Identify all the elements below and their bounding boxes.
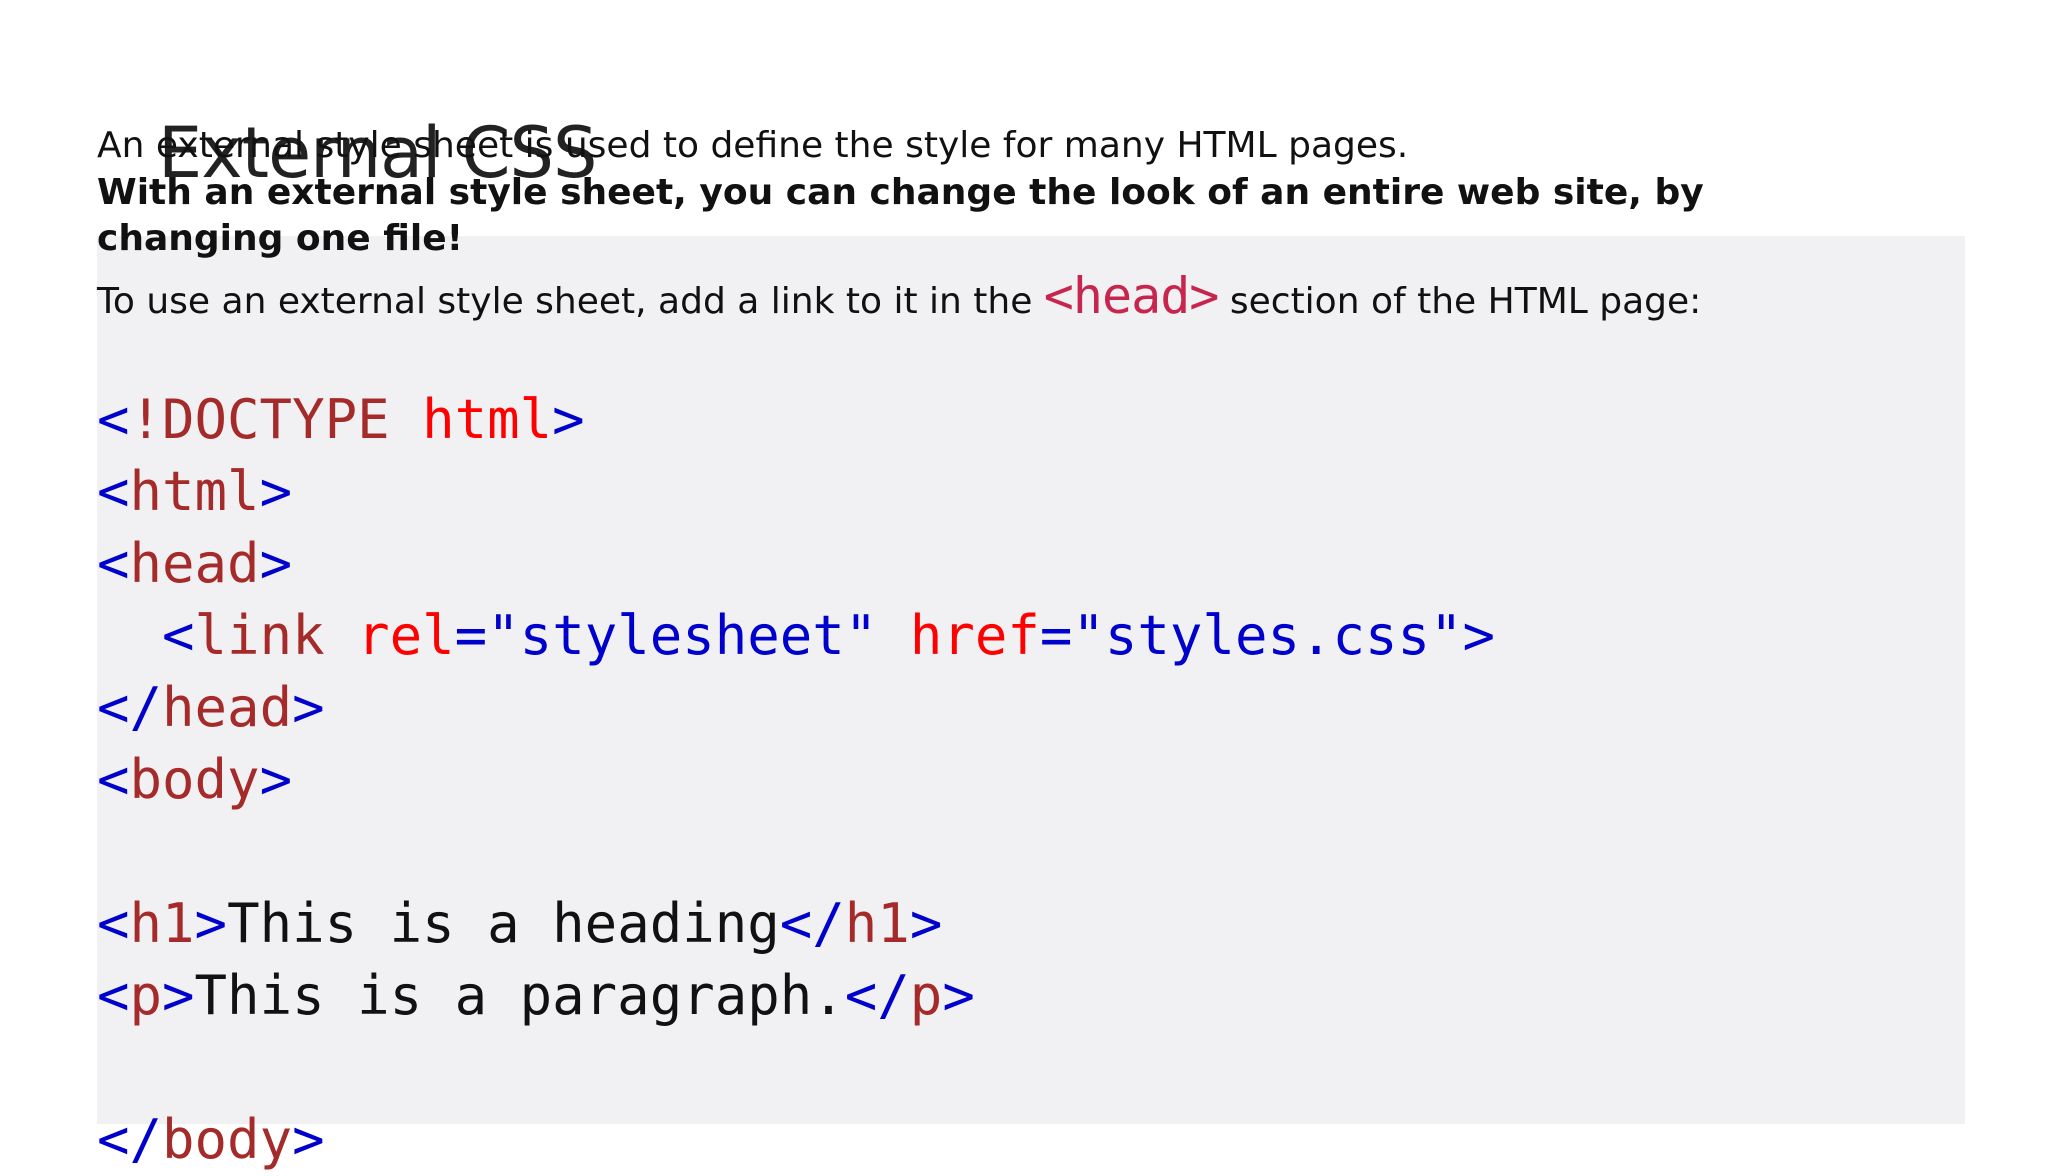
code-bracket: </ (844, 964, 910, 1027)
code-example: <!DOCTYPE html> <html> <head> <link rel="s… (97, 384, 1495, 1176)
code-line-h1: <h1>This is a heading</h1> (97, 888, 1495, 960)
code-line-body-open: <body> (97, 744, 1495, 816)
code-line-body-close: </body> (97, 1104, 1495, 1176)
intro-paragraph-3-before: To use an external style sheet, add a li… (97, 281, 1044, 322)
code-bracket: > (292, 1108, 325, 1171)
code-tag-name: h1 (129, 892, 195, 955)
code-bracket: < (97, 460, 130, 523)
code-value-rel: "stylesheet" (487, 604, 878, 667)
code-attribute-rel: rel (357, 604, 455, 667)
code-bracket: < (97, 748, 130, 811)
code-line-link: <link rel="stylesheet" href="styles.css"… (97, 600, 1495, 672)
code-tag-name: link (194, 604, 325, 667)
code-equals: = (454, 604, 488, 667)
code-bracket: < (97, 964, 130, 1027)
code-bracket: > (194, 892, 228, 955)
code-line-html-open: <html> (97, 456, 1495, 528)
code-line-p: <p>This is a paragraph.</p> (97, 960, 1495, 1032)
intro-paragraph-3: To use an external style sheet, add a li… (97, 271, 1997, 326)
code-tag-name: p (129, 964, 163, 1027)
code-bracket: > (259, 748, 293, 811)
code-tag-name: head (129, 532, 260, 595)
code-value-href: "styles.css" (1072, 604, 1463, 667)
code-bracket: < (97, 892, 130, 955)
code-bracket: < (97, 532, 130, 595)
code-tag-name: html (129, 460, 260, 523)
code-line-head-open: <head> (97, 528, 1495, 600)
intro-paragraph-1: An external style sheet is used to defin… (97, 125, 1409, 166)
code-tag-name: body (162, 1108, 293, 1171)
code-bracket: < (162, 604, 195, 667)
intro-paragraph-3-after: section of the HTML page: (1218, 281, 1702, 322)
code-bracket: > (909, 892, 943, 955)
inline-code-head: <head> (1043, 267, 1220, 325)
code-bracket: > (259, 460, 293, 523)
code-tag-name: p (909, 964, 943, 1027)
code-bracket: > (259, 532, 293, 595)
code-text-content: This is a paragraph. (194, 964, 845, 1027)
code-bracket: < (97, 388, 130, 451)
code-doctype-attr: html (422, 388, 553, 451)
code-bracket: > (1462, 604, 1496, 667)
code-bracket: > (162, 964, 195, 1027)
code-bracket: </ (97, 1108, 163, 1171)
code-attribute-href: href (909, 604, 1040, 667)
code-bracket: > (292, 676, 325, 739)
intro-text: An external style sheet is used to defin… (97, 122, 1997, 326)
intro-paragraph-2-bold: With an external style sheet, you can ch… (97, 172, 1704, 259)
code-tag-name: body (129, 748, 260, 811)
code-line-doctype: <!DOCTYPE html> (97, 384, 1495, 456)
code-text-content: This is a heading (227, 892, 780, 955)
code-bracket: </ (779, 892, 845, 955)
code-equals: = (1039, 604, 1073, 667)
code-tag-name: h1 (844, 892, 910, 955)
code-doctype-keyword: !DOCTYPE (129, 388, 390, 451)
code-bracket: > (942, 964, 975, 1027)
code-tag-name: head (162, 676, 293, 739)
code-bracket: > (552, 388, 585, 451)
code-line-head-close: </head> (97, 672, 1495, 744)
code-bracket: </ (97, 676, 163, 739)
